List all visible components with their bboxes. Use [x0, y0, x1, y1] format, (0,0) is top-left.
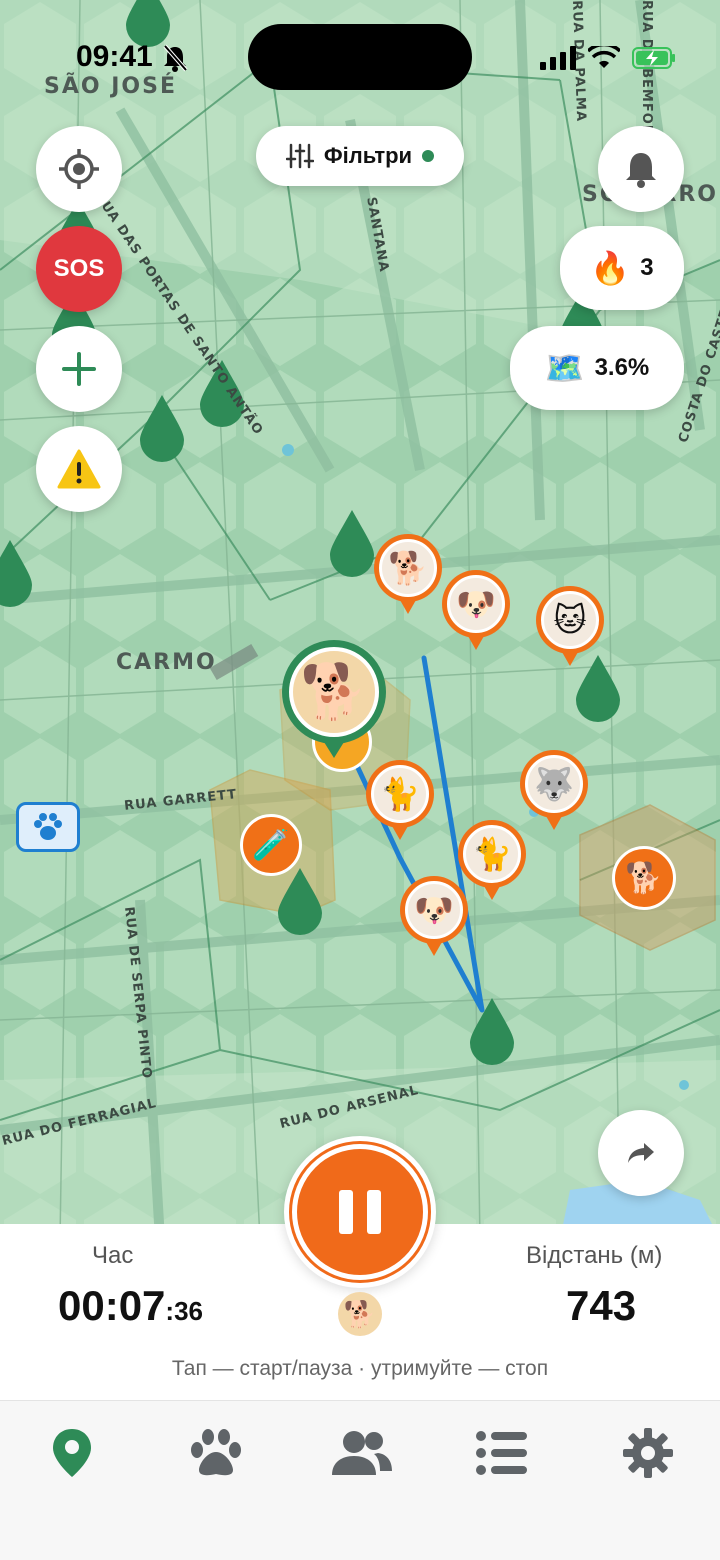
walking-dog-marker[interactable]: 🐕: [612, 846, 676, 910]
share-icon: [628, 1143, 654, 1163]
paw-zone-marker[interactable]: [16, 802, 80, 852]
district-label: CARMO: [116, 650, 217, 675]
crosshair-icon: [59, 149, 99, 189]
coverage-badge[interactable]: 🗺️ 3.6%: [510, 326, 684, 410]
bell-icon: [626, 153, 656, 188]
distance-value: 743: [566, 1282, 637, 1329]
tab-bar: [0, 1400, 720, 1560]
status-time: 09:41: [76, 40, 153, 73]
report-hazard-button[interactable]: [36, 426, 122, 512]
pause-button[interactable]: [284, 1136, 436, 1288]
tab-settings[interactable]: [616, 1425, 680, 1481]
test-tube-marker[interactable]: 🧪: [240, 814, 302, 876]
gear-icon: [623, 1428, 673, 1478]
sliders-icon: [285, 143, 314, 169]
time-main: 00:07: [58, 1282, 166, 1329]
tab-pets[interactable]: [184, 1425, 248, 1481]
locate-button[interactable]: [36, 126, 122, 212]
plus-icon: [62, 352, 96, 386]
pet-marker-siamese[interactable]: 🐱: [536, 586, 604, 666]
golden-retriever-icon: 🐕: [289, 647, 379, 737]
maine-coon-icon: 🐈: [371, 765, 429, 823]
filters-button[interactable]: Фільтри: [256, 126, 464, 186]
warning-icon: [57, 449, 101, 489]
users-icon: [332, 1431, 392, 1475]
dalmatian-icon: 🐶: [447, 575, 505, 633]
status-icons: [540, 46, 676, 70]
battery-charging-icon: [632, 47, 675, 69]
bulldog-icon: 🐶: [405, 881, 463, 939]
time-label: Час: [92, 1242, 134, 1269]
tab-list[interactable]: [470, 1425, 534, 1481]
notifications-button[interactable]: [598, 126, 684, 212]
dynamic-island: [248, 24, 472, 90]
streak-badge[interactable]: 🔥 3: [560, 226, 684, 310]
time-seconds: :36: [165, 1296, 203, 1326]
pet-marker-french-bulldog[interactable]: 🐶: [400, 876, 468, 956]
list-icon: [476, 1431, 527, 1475]
filter-active-dot: [422, 150, 435, 162]
share-button[interactable]: [598, 1110, 684, 1196]
add-button[interactable]: [36, 326, 122, 412]
control-hint: Тап — старт/пауза · утримуйте — стоп: [171, 1357, 549, 1380]
tab-friends[interactable]: [326, 1425, 396, 1481]
map-pin-icon: [53, 1429, 91, 1477]
district-label: SÃO JOSÉ: [44, 74, 177, 99]
paw-icon: [34, 813, 62, 840]
pet-marker-dalmatian[interactable]: 🐶: [442, 570, 510, 650]
my-pet-marker[interactable]: 🐕: [282, 640, 386, 758]
pet-marker-british-shorthair[interactable]: 🐈: [458, 820, 526, 900]
cellular-signal-icon: [540, 46, 576, 70]
sos-button[interactable]: SOS: [36, 226, 122, 312]
corgi-icon: 🐕: [379, 539, 437, 597]
cat-icon: 🐈: [463, 825, 521, 883]
silent-bell-icon: [163, 44, 188, 72]
tab-map[interactable]: [40, 1425, 104, 1481]
fire-icon: 🔥: [590, 250, 631, 286]
wifi-icon: [588, 46, 620, 68]
map-icon: 🗺️: [544, 350, 585, 386]
husky-icon: 🐺: [525, 755, 583, 813]
coverage-value: 3.6%: [594, 354, 650, 381]
distance-label: Відстань (м): [526, 1242, 663, 1269]
streak-value: 3: [640, 254, 654, 281]
active-pet-avatar[interactable]: 🐕: [338, 1292, 382, 1336]
pet-marker-corgi[interactable]: 🐕: [374, 534, 442, 614]
time-value: 00:07:36: [58, 1282, 203, 1330]
pet-marker-maine-coon[interactable]: 🐈: [366, 760, 434, 840]
siamese-cat-icon: 🐱: [541, 591, 599, 649]
filters-label: Фільтри: [323, 143, 413, 168]
pause-icon: [292, 1144, 428, 1280]
pet-marker-husky[interactable]: 🐺: [520, 750, 588, 830]
paw-icon: [191, 1429, 241, 1476]
